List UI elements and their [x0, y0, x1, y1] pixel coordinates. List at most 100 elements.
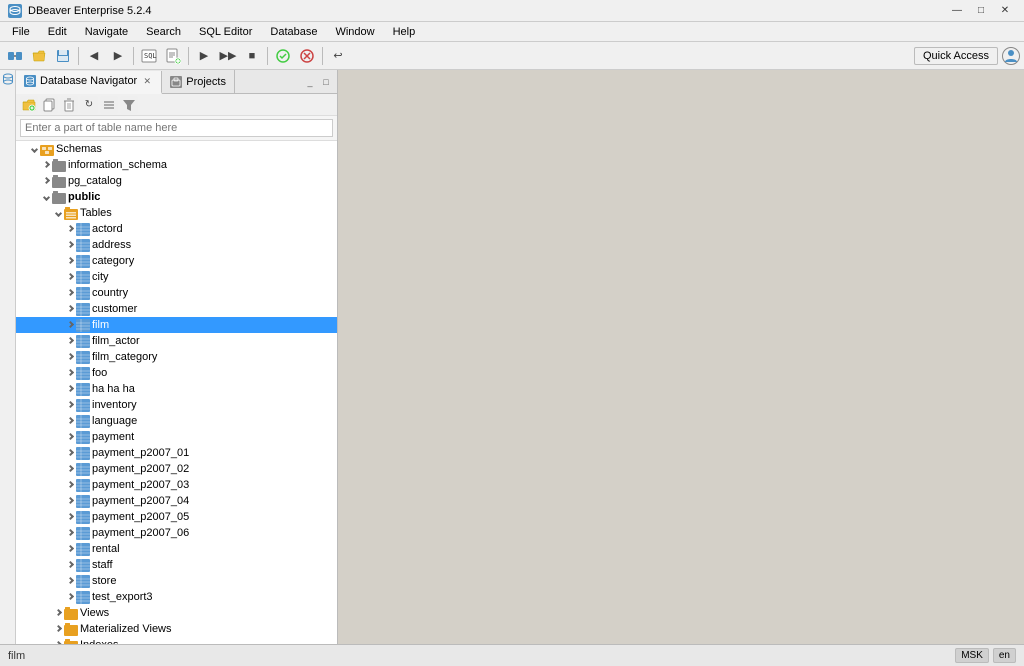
- toolbar-user-icon[interactable]: [1002, 47, 1020, 65]
- schemas-arrow[interactable]: [28, 147, 40, 152]
- views-arrow[interactable]: [52, 610, 64, 616]
- tree-item-payment_p2007_03[interactable]: payment_p2007_03: [16, 477, 337, 493]
- toolbar-new-script-btn[interactable]: [162, 45, 184, 67]
- toolbar-new-connection-btn[interactable]: [4, 45, 26, 67]
- status-timezone[interactable]: MSK: [955, 648, 989, 663]
- tree-item-schemas[interactable]: Schemas: [16, 141, 337, 157]
- tree-item-city[interactable]: city: [16, 269, 337, 285]
- info-schema-arrow[interactable]: [40, 162, 52, 168]
- tree-item-tables[interactable]: Tables: [16, 205, 337, 221]
- tree-item-inventory[interactable]: inventory: [16, 397, 337, 413]
- tree-item-film_actor[interactable]: film_actor: [16, 333, 337, 349]
- menu-edit[interactable]: Edit: [40, 24, 75, 40]
- menu-help[interactable]: Help: [385, 24, 424, 40]
- tree-container[interactable]: Schemas information_schema: [16, 141, 337, 644]
- public-arrow[interactable]: [40, 195, 52, 200]
- tree-item-indexes[interactable]: Indexes: [16, 637, 337, 644]
- menu-navigate[interactable]: Navigate: [77, 24, 136, 40]
- tab-projects[interactable]: Projects: [162, 70, 235, 93]
- toolbar-run-btn[interactable]: ▶: [193, 45, 215, 67]
- maximize-button[interactable]: □: [970, 2, 992, 20]
- toolbar-back-btn[interactable]: ◀: [83, 45, 105, 67]
- quick-access-button[interactable]: Quick Access: [914, 47, 998, 65]
- nav-new-folder-btn[interactable]: [20, 96, 38, 114]
- tree-item-views[interactable]: Views: [16, 605, 337, 621]
- tree-item-payment_p2007_04[interactable]: payment_p2007_04: [16, 493, 337, 509]
- search-input[interactable]: [20, 119, 333, 137]
- arrow-payment_p2007_04[interactable]: [64, 498, 76, 504]
- tree-item-test_export3[interactable]: test_export3: [16, 589, 337, 605]
- tree-item-payment_p2007_06[interactable]: payment_p2007_06: [16, 525, 337, 541]
- tree-item-ha_ha_ha[interactable]: ha ha ha: [16, 381, 337, 397]
- tree-item-country[interactable]: country: [16, 285, 337, 301]
- arrow-country[interactable]: [64, 290, 76, 296]
- nav-filter-btn[interactable]: [120, 96, 138, 114]
- nav-copy-btn[interactable]: [40, 96, 58, 114]
- arrow-address[interactable]: [64, 242, 76, 248]
- toolbar-stop-btn[interactable]: ■: [241, 45, 263, 67]
- menu-window[interactable]: Window: [327, 24, 382, 40]
- tree-item-film_category[interactable]: film_category: [16, 349, 337, 365]
- arrow-payment_p2007_06[interactable]: [64, 530, 76, 536]
- sidebar-db-icon[interactable]: [1, 72, 15, 86]
- indexes-arrow[interactable]: [52, 642, 64, 644]
- panel-minimize-btn[interactable]: _: [303, 75, 317, 89]
- menu-file[interactable]: File: [4, 24, 38, 40]
- arrow-test_export3[interactable]: [64, 594, 76, 600]
- tree-item-actord[interactable]: actord: [16, 221, 337, 237]
- arrow-film_category[interactable]: [64, 354, 76, 360]
- arrow-category[interactable]: [64, 258, 76, 264]
- tree-item-foo[interactable]: foo: [16, 365, 337, 381]
- toolbar-undo-btn[interactable]: ↩: [327, 45, 349, 67]
- status-language[interactable]: en: [993, 648, 1016, 663]
- arrow-inventory[interactable]: [64, 402, 76, 408]
- menu-search[interactable]: Search: [138, 24, 189, 40]
- nav-refresh-btn[interactable]: ↻: [80, 96, 98, 114]
- toolbar-save-btn[interactable]: [52, 45, 74, 67]
- arrow-film_actor[interactable]: [64, 338, 76, 344]
- toolbar-run-script-btn[interactable]: ▶▶: [217, 45, 239, 67]
- arrow-staff[interactable]: [64, 562, 76, 568]
- arrow-payment_p2007_02[interactable]: [64, 466, 76, 472]
- arrow-customer[interactable]: [64, 306, 76, 312]
- arrow-payment_p2007_01[interactable]: [64, 450, 76, 456]
- toolbar-commit-btn[interactable]: [272, 45, 294, 67]
- minimize-button[interactable]: —: [946, 2, 968, 20]
- pg-catalog-arrow[interactable]: [40, 178, 52, 184]
- toolbar-forward-btn[interactable]: ▶: [107, 45, 129, 67]
- arrow-actord[interactable]: [64, 226, 76, 232]
- toolbar-sql-editor-btn[interactable]: SQL: [138, 45, 160, 67]
- arrow-foo[interactable]: [64, 370, 76, 376]
- tree-item-payment_p2007_02[interactable]: payment_p2007_02: [16, 461, 337, 477]
- menu-sql-editor[interactable]: SQL Editor: [191, 24, 260, 40]
- tree-item-store[interactable]: store: [16, 573, 337, 589]
- tables-arrow[interactable]: [52, 211, 64, 216]
- arrow-city[interactable]: [64, 274, 76, 280]
- tree-item-rental[interactable]: rental: [16, 541, 337, 557]
- nav-delete-btn[interactable]: [60, 96, 78, 114]
- tree-item-materialized-views[interactable]: Materialized Views: [16, 621, 337, 637]
- tab-database-navigator[interactable]: Database Navigator ✕: [16, 71, 162, 94]
- tree-item-language[interactable]: language: [16, 413, 337, 429]
- toolbar-open-btn[interactable]: [28, 45, 50, 67]
- arrow-ha ha ha[interactable]: [64, 386, 76, 392]
- close-button[interactable]: ✕: [994, 2, 1016, 20]
- arrow-rental[interactable]: [64, 546, 76, 552]
- tree-item-address[interactable]: address: [16, 237, 337, 253]
- tree-item-film[interactable]: film: [16, 317, 337, 333]
- panel-maximize-btn[interactable]: □: [319, 75, 333, 89]
- tree-item-information-schema[interactable]: information_schema: [16, 157, 337, 173]
- menu-database[interactable]: Database: [262, 24, 325, 40]
- mat-views-arrow[interactable]: [52, 626, 64, 632]
- tree-item-payment_p2007_05[interactable]: payment_p2007_05: [16, 509, 337, 525]
- tree-item-customer[interactable]: customer: [16, 301, 337, 317]
- arrow-payment_p2007_05[interactable]: [64, 514, 76, 520]
- tree-item-payment_p2007_01[interactable]: payment_p2007_01: [16, 445, 337, 461]
- arrow-language[interactable]: [64, 418, 76, 424]
- tree-item-public[interactable]: public: [16, 189, 337, 205]
- arrow-film[interactable]: [64, 322, 76, 328]
- db-nav-tab-close[interactable]: ✕: [141, 75, 153, 87]
- tree-item-pg-catalog[interactable]: pg_catalog: [16, 173, 337, 189]
- arrow-store[interactable]: [64, 578, 76, 584]
- tree-item-staff[interactable]: staff: [16, 557, 337, 573]
